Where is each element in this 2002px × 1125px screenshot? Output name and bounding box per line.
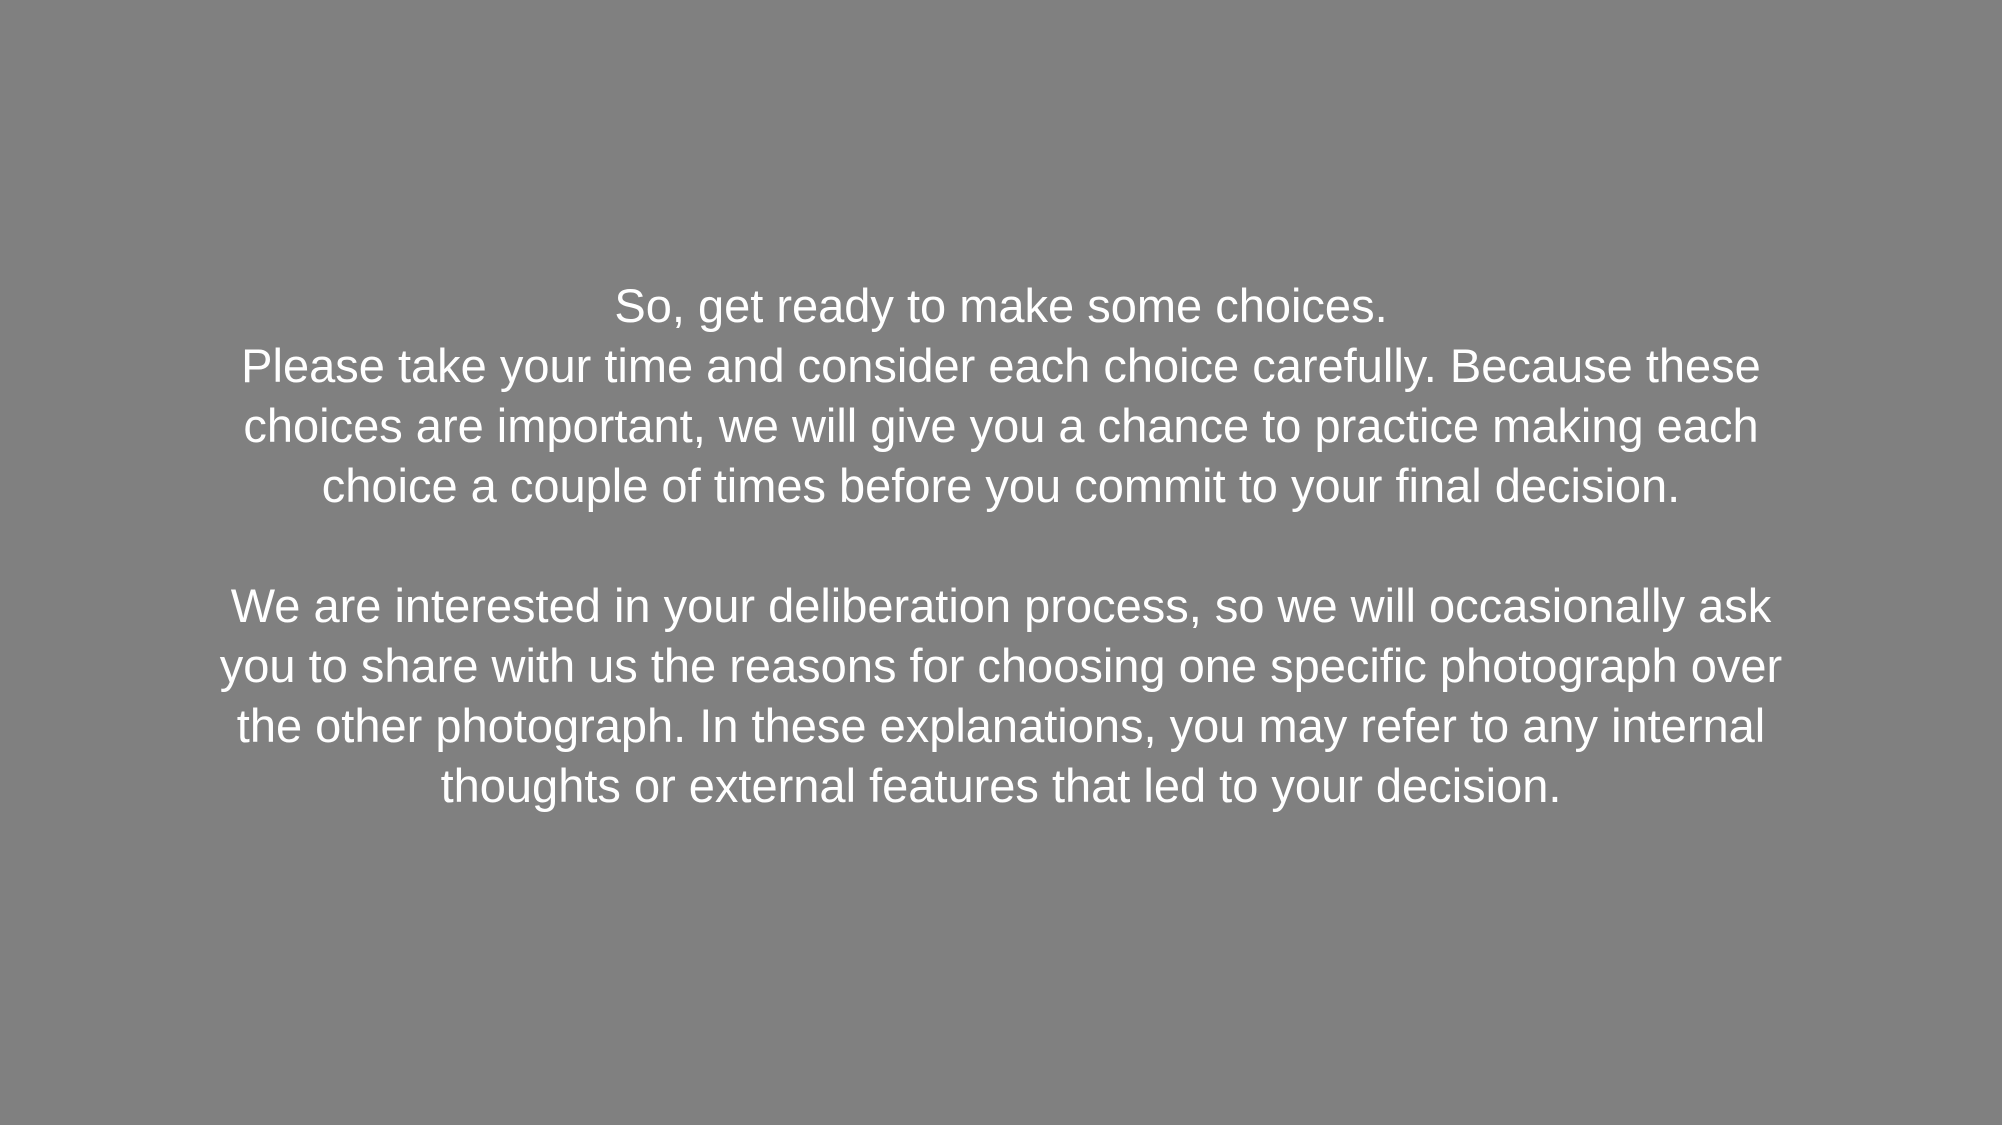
instruction-line: choice a couple of times before you comm…	[321, 459, 1681, 512]
instruction-line: So, get ready to make some choices.	[614, 279, 1388, 332]
instruction-screen: So, get ready to make some choices. Plea…	[0, 0, 2002, 1125]
instruction-text: So, get ready to make some choices. Plea…	[0, 276, 2002, 816]
instruction-line: thoughts or external features that led t…	[440, 759, 1562, 812]
instruction-line: Please take your time and consider each …	[241, 339, 1761, 392]
instruction-line: you to share with us the reasons for cho…	[219, 639, 1783, 692]
instruction-line: choices are important, we will give you …	[243, 399, 1759, 452]
instruction-line: We are interested in your deliberation p…	[230, 579, 1772, 632]
instruction-line: the other photograph. In these explanati…	[236, 699, 1766, 752]
